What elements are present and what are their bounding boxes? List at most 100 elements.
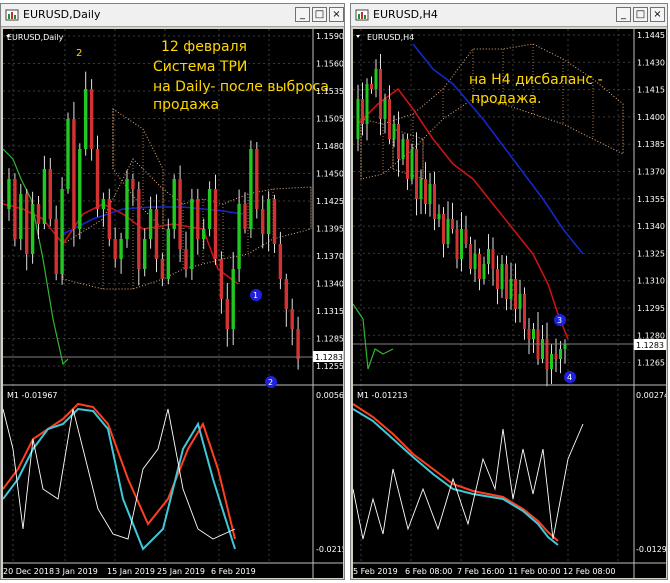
price-tick: 1.1535 <box>316 87 343 96</box>
right-badge-4: 4 <box>564 371 576 383</box>
annotation-line-2: Система ТРИ <box>153 59 247 75</box>
price-tick: 1.1355 <box>637 195 665 204</box>
candle <box>154 209 159 259</box>
left-close-button[interactable]: × <box>329 7 344 22</box>
price-tick: 1.1425 <box>316 197 343 206</box>
price-tick: 1.1415 <box>637 86 665 95</box>
candle <box>356 99 360 139</box>
candle <box>482 264 486 279</box>
right-window-title: EURUSD,H4 <box>373 8 438 21</box>
left-maximize-button[interactable]: □ <box>312 7 327 22</box>
candle <box>255 149 259 209</box>
candle <box>160 259 165 279</box>
candle <box>451 219 454 229</box>
candle <box>554 354 558 359</box>
left-window-title: EURUSD,Daily <box>23 8 101 21</box>
candle <box>550 354 553 369</box>
candle <box>101 199 106 209</box>
left-chart-label: EURUSD,Daily <box>7 33 64 42</box>
candle <box>30 204 35 254</box>
date-tick: 11 Feb 00:00 <box>508 567 560 576</box>
left-chart-canvas[interactable]: EURUSD,Daily 2 12 февраля Система ТРИ на… <box>2 29 349 578</box>
right-badge-3: 3 <box>554 314 566 326</box>
candle <box>143 239 147 269</box>
right-maximize-button[interactable]: □ <box>633 7 648 22</box>
price-tick: 1.1480 <box>316 142 343 151</box>
right-indicator-label: M1 -0.01213 <box>357 391 408 400</box>
candle <box>455 229 459 259</box>
left-chart-window: EURUSD,Daily _ □ × EURUSD,Daily 2 12 фев… <box>0 3 349 580</box>
price-tick: 1.1445 <box>637 31 665 40</box>
left-titlebar[interactable]: EURUSD,Daily _ □ × <box>1 4 344 27</box>
right-chart-label: EURUSD,H4 <box>367 33 414 42</box>
ichimoku-cloud <box>360 43 624 180</box>
candle <box>514 279 517 309</box>
candle <box>107 199 111 239</box>
candle <box>442 214 445 244</box>
price-tick: 1.1370 <box>637 168 665 177</box>
svg-text:2: 2 <box>268 378 273 387</box>
candle <box>370 84 373 89</box>
candle <box>415 149 418 199</box>
chart-window-icon <box>5 9 19 21</box>
candle <box>89 89 94 149</box>
right-titlebar[interactable]: EURUSD,H4 _ □ × <box>351 4 667 27</box>
annotation-line-1: 12 февраля <box>161 39 247 55</box>
candle <box>496 269 499 289</box>
right-indicator-bottom: -0.01295 <box>636 545 666 554</box>
candle <box>473 254 477 269</box>
annotation-line-2: продажа. <box>471 91 542 107</box>
left-annotation: 12 февраля Система ТРИ на Daily- после в… <box>153 39 329 113</box>
right-chart-window: EURUSD,H4 _ □ × EURUSD,H4 на Н4 дисбалан… <box>350 3 670 580</box>
price-tick: 1.1385 <box>637 140 665 149</box>
right-close-button[interactable]: × <box>650 7 665 22</box>
chart-menu-icon[interactable] <box>356 35 360 38</box>
candle <box>379 69 382 119</box>
price-tick: 1.1295 <box>637 304 665 313</box>
right-price-axis: 1.1445 1.1430 1.1415 1.1400 1.1385 1.1370 1.13… <box>637 31 665 368</box>
date-tick: 7 Feb 16:00 <box>457 567 504 576</box>
candle <box>392 124 396 139</box>
candle <box>278 244 283 279</box>
right-chart-area[interactable]: EURUSD,H4 на Н4 дисбаланс - продажа. 1.1… <box>352 29 670 578</box>
candle <box>19 194 23 239</box>
candle <box>424 179 427 204</box>
candle <box>383 99 387 119</box>
candle <box>464 229 468 244</box>
date-tick: 15 Jan 2019 <box>107 567 155 576</box>
candle <box>419 179 423 199</box>
right-date-axis: 5 Feb 2019 6 Feb 08:00 7 Feb 16:00 11 Feb 0… <box>353 567 615 576</box>
left-minimize-button[interactable]: _ <box>295 7 310 22</box>
candle <box>491 249 495 269</box>
right-chart-canvas[interactable]: EURUSD,H4 на Н4 дисбаланс - продажа. 1.1… <box>352 29 670 578</box>
date-tick: 5 Feb 2019 <box>353 567 398 576</box>
candle <box>231 269 235 329</box>
left-chart-area[interactable]: EURUSD,Daily 2 12 февраля Система ТРИ на… <box>2 29 349 578</box>
candle <box>207 189 212 229</box>
candle <box>66 119 70 189</box>
candle <box>113 239 117 259</box>
price-tick: 1.1340 <box>316 280 343 289</box>
candle <box>249 149 253 229</box>
candle <box>166 229 170 279</box>
candle <box>388 99 391 139</box>
candle <box>541 339 544 359</box>
left-date-axis: 20 Dec 2018 3 Jan 2019 15 Jan 2019 25 Jan 2… <box>3 567 256 576</box>
right-minimize-button[interactable]: _ <box>616 7 631 22</box>
candle <box>119 239 123 259</box>
left-badge-2: 2 <box>265 376 277 388</box>
candle <box>48 169 52 219</box>
price-tick: 1.1430 <box>637 58 665 67</box>
candle <box>433 184 436 219</box>
candle <box>148 209 153 239</box>
candles <box>7 71 300 370</box>
candle <box>36 204 41 224</box>
candle <box>202 229 206 239</box>
candle <box>523 294 526 329</box>
candle <box>563 344 567 349</box>
candle <box>460 229 463 259</box>
svg-text:3: 3 <box>557 316 562 325</box>
candle <box>137 189 141 269</box>
candle <box>406 139 409 179</box>
left-badge-1: 1 <box>250 289 262 301</box>
